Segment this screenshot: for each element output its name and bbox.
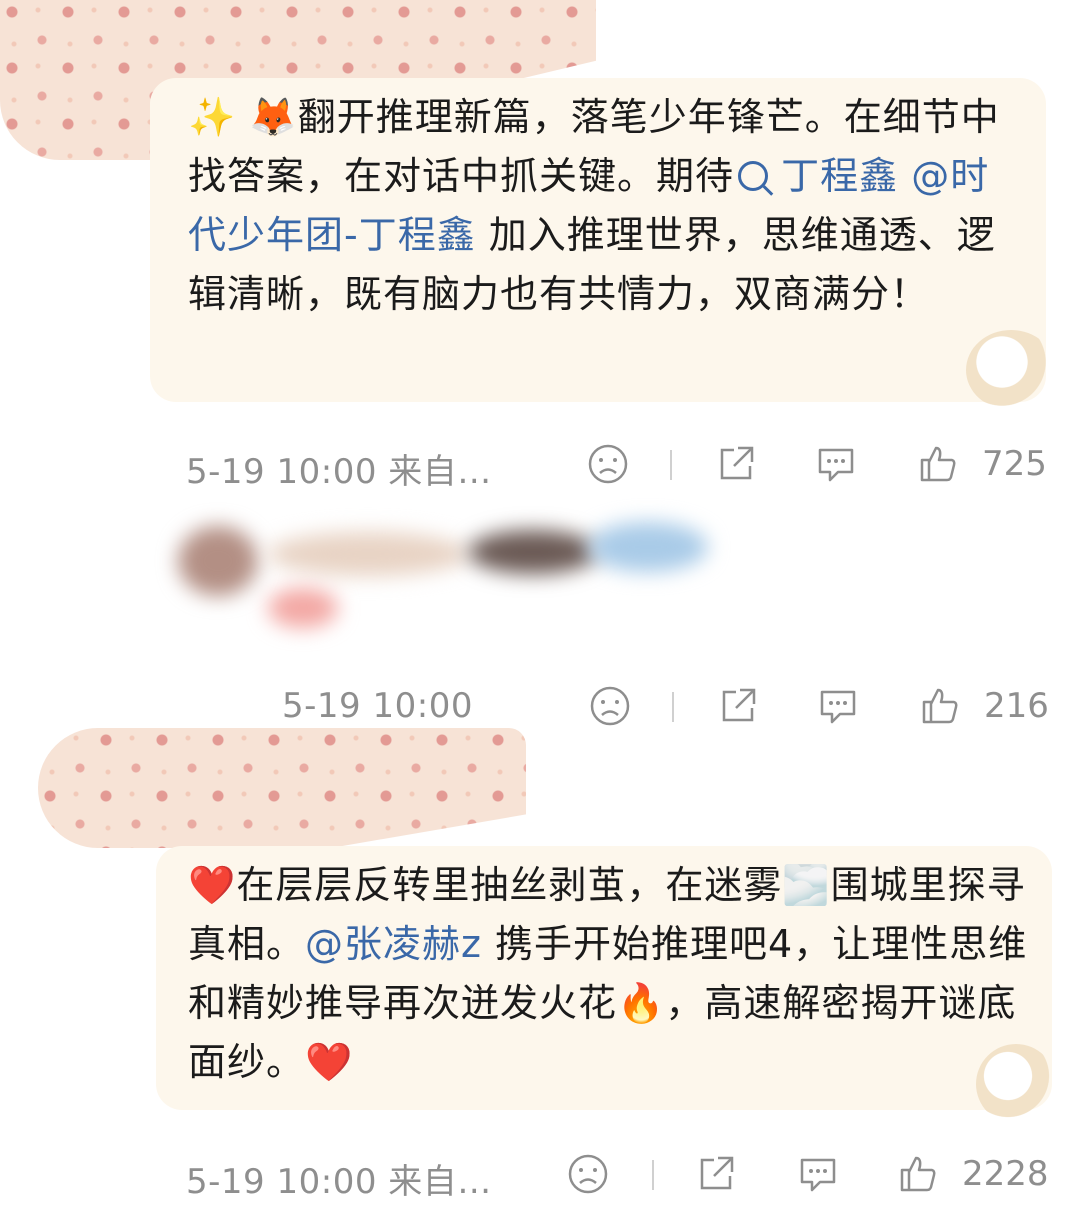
search-icon[interactable] [738, 161, 769, 191]
comment-text: ❤️在层层反转里抽丝剥茧，在迷雾🌫️围城里探寻真相。@张凌赫z 携手开始推理吧4… [188, 856, 1028, 1092]
divider [672, 692, 674, 722]
share-icon[interactable] [714, 442, 758, 486]
divider [670, 450, 672, 480]
timestamp: 5-19 10:00 来自… [186, 1162, 492, 1202]
cat-sticker-icon [976, 1044, 1056, 1124]
fog-emoji: 🌫️ [782, 863, 831, 907]
like-count: 725 [982, 444, 1047, 484]
divider [652, 1160, 654, 1190]
thumbs-up-icon[interactable] [896, 1152, 940, 1196]
thumbs-up-icon[interactable] [916, 442, 960, 486]
blurred-username [268, 532, 468, 576]
thumbs-up-icon[interactable] [918, 684, 962, 728]
like-count: 2228 [962, 1154, 1049, 1194]
blurred-decoration [588, 522, 708, 572]
share-icon[interactable] [716, 684, 760, 728]
timestamp: 5-19 10:00 [282, 686, 473, 726]
like-count: 216 [984, 686, 1049, 726]
heart-emoji: ❤️ [305, 1040, 354, 1084]
fire-emoji: 🔥 [617, 981, 666, 1025]
sad-face-icon[interactable] [586, 442, 630, 486]
search-link[interactable]: 丁程鑫 [781, 154, 898, 198]
user-mention[interactable]: @张凌赫z [305, 922, 482, 966]
action-bar: 5-19 10:00 来自… 2228 [0, 1146, 1076, 1202]
blurred-badge [468, 530, 598, 574]
card-pattern-background [38, 728, 526, 848]
comment-icon[interactable] [796, 1152, 840, 1196]
bunny-sticker-icon [966, 330, 1056, 410]
sad-face-icon[interactable] [566, 1152, 610, 1196]
comment-icon[interactable] [814, 442, 858, 486]
action-bar: 5-19 10:00 216 [0, 678, 1076, 734]
timestamp: 5-19 10:00 来自… [186, 452, 492, 492]
comment-text: ✨ 🦊翻开推理新篇，落笔少年锋芒。在细节中找答案，在对话中抓关键。期待 丁程鑫 … [188, 88, 1008, 324]
share-icon[interactable] [694, 1152, 738, 1196]
avatar[interactable] [178, 526, 258, 596]
emoji: ✨ 🦊 [188, 95, 298, 139]
sad-face-icon[interactable] [588, 684, 632, 728]
comment-icon[interactable] [816, 684, 860, 728]
blurred-user-row [168, 512, 728, 632]
action-bar: 5-19 10:00 来自… 725 [0, 436, 1076, 492]
comment-body: 在层层反转里抽丝剥茧，在迷雾 [236, 863, 783, 907]
heart-emoji: ❤️ [188, 863, 237, 907]
blurred-sticker [268, 588, 338, 628]
